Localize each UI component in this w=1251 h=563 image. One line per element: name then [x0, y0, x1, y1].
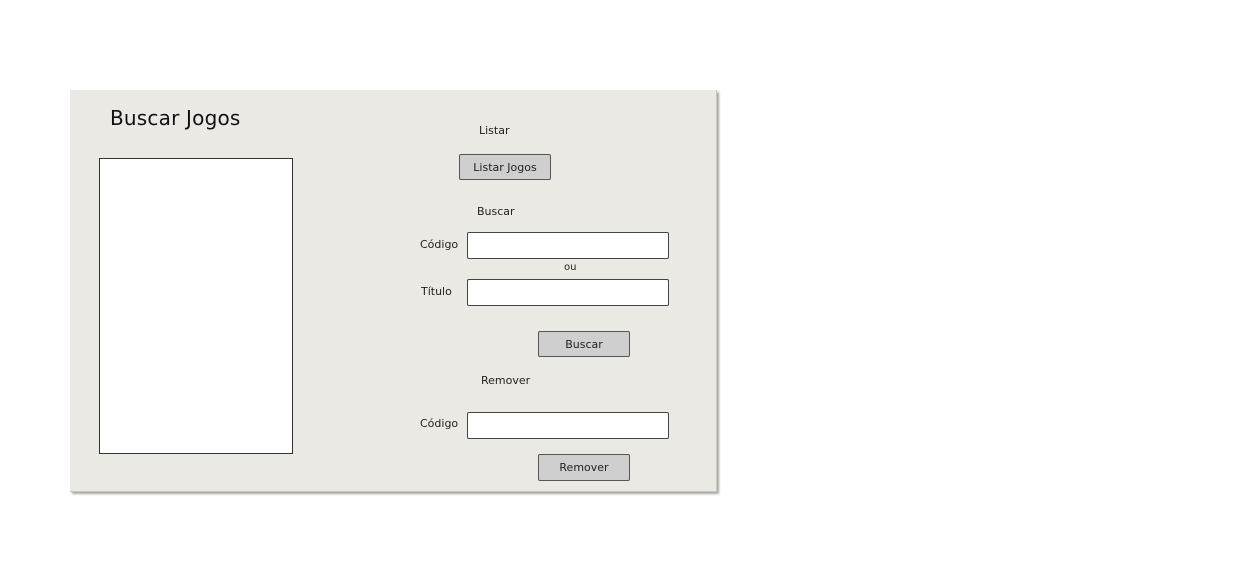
- listar-jogos-button[interactable]: Listar Jogos: [459, 154, 551, 180]
- or-separator: ou: [564, 262, 577, 273]
- buscar-button[interactable]: Buscar: [538, 331, 630, 357]
- buscar-jogos-window: Buscar Jogos Listar Listar Jogos Buscar …: [70, 90, 717, 492]
- remover-button[interactable]: Remover: [538, 454, 630, 481]
- buscar-codigo-input[interactable]: [467, 232, 669, 259]
- remover-codigo-label: Código: [420, 417, 459, 430]
- buscar-titulo-input[interactable]: [467, 279, 669, 306]
- listar-section-label: Listar: [479, 124, 510, 137]
- page: Buscar Jogos Listar Listar Jogos Buscar …: [0, 0, 1251, 563]
- remover-codigo-input[interactable]: [467, 412, 669, 439]
- buscar-codigo-label: Código: [420, 238, 459, 251]
- games-results-list[interactable]: [99, 158, 293, 454]
- remover-section-label: Remover: [481, 374, 531, 387]
- page-title: Buscar Jogos: [110, 106, 241, 130]
- buscar-section-label: Buscar: [477, 205, 515, 218]
- buscar-titulo-label: Título: [421, 285, 452, 298]
